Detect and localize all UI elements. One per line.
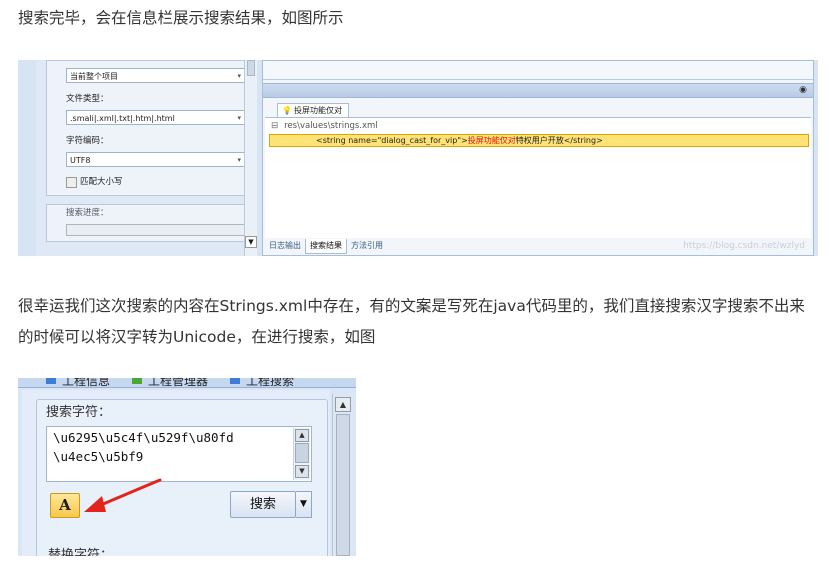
replace-label: 替换字符： (48, 548, 114, 556)
red-arrow-annotation (84, 478, 162, 512)
unicode-paragraph: 很幸运我们这次搜索的内容在Strings.xml中存在，有的文案是写死在java… (18, 297, 805, 346)
info-panel: ◉ 💡 投屏功能仅对 ⊟ res\values\strings.xml <strin… (262, 60, 814, 256)
tab-search-results[interactable]: 搜索结果 (305, 239, 347, 254)
left-panel-scrollbar[interactable]: ▼ (244, 60, 257, 256)
file-type-select[interactable]: .smali|.xml|.txt|.htm|.html ▾ (66, 110, 246, 125)
progress-label: 搜索进度： (66, 208, 109, 218)
eye-icon[interactable]: ◉ (799, 84, 807, 97)
tab-result-query-label: 投屏功能仅对 (293, 106, 342, 115)
unicode-search-screenshot: 工程信息 工程管理器 工程搜索 搜索字符： \u6295\u5c4f\u529f… (18, 378, 356, 556)
scope-select[interactable]: 当前整个项目 ▾ (66, 68, 246, 83)
scope-select-value: 当前整个项目 (70, 72, 118, 81)
match-case-checkbox[interactable] (66, 177, 77, 188)
chevron-down-icon: ▾ (237, 156, 241, 164)
info-panel-header: ◉ (263, 83, 813, 98)
file-type-label: 文件类型： (66, 94, 109, 104)
collapse-icon[interactable]: ⊟ (271, 121, 278, 131)
watermark: https://blog.csdn.net/wzlyd (683, 241, 805, 251)
tab-result-query[interactable]: 💡 投屏功能仅对 (277, 103, 349, 118)
bottom-tabs: 日志输出 搜索结果 方法引用 (265, 239, 387, 254)
tree-node-label: res\values\strings.xml (284, 121, 378, 131)
search-button[interactable]: 搜索 (230, 491, 296, 518)
tree-node-file[interactable]: ⊟ res\values\strings.xml (271, 121, 378, 131)
result-tree: ⊟ res\values\strings.xml <string name="di… (265, 117, 811, 238)
tab-log-output[interactable]: 日志输出 (265, 239, 305, 253)
progress-bar (66, 224, 248, 236)
hit-prefix: <string name="dialog_cast_for_vip"> (316, 136, 468, 145)
hit-suffix: 特权用户开放</string> (515, 136, 603, 145)
search-hit-row[interactable]: <string name="dialog_cast_for_vip">投屏功能仅… (269, 134, 809, 147)
intro-paragraph: 搜索完毕，会在信息栏展示搜索结果，如图所示 (18, 9, 344, 27)
chevron-down-icon: ▾ (237, 72, 241, 80)
lightbulb-icon: 💡 (282, 106, 292, 115)
file-type-value: .smali|.xml|.txt|.htm|.html (70, 114, 175, 123)
scrollbar-thumb[interactable] (336, 414, 350, 556)
panel-scrollbar[interactable]: ▲ (332, 394, 353, 556)
encoding-select[interactable]: UTF8 ▾ (66, 152, 246, 167)
tab-method-refs[interactable]: 方法引用 (347, 239, 387, 253)
match-case-label: 匹配大小写 (80, 177, 123, 187)
scrollbar-thumb[interactable] (247, 60, 255, 76)
scroll-down-icon[interactable]: ▼ (245, 236, 257, 248)
chevron-down-icon: ▾ (237, 114, 241, 122)
search-results-screenshot: 当前整个项目 ▾ 文件类型： .smali|.xml|.txt|.htm|.ht… (18, 60, 818, 256)
hit-keyword: 投屏功能仅对 (467, 136, 516, 145)
encoding-label: 字符编码： (66, 136, 109, 146)
search-options-panel: 当前整个项目 ▾ 文件类型： .smali|.xml|.txt|.htm|.ht… (36, 60, 256, 256)
encoding-value: UTF8 (70, 156, 91, 165)
scroll-up-icon[interactable]: ▲ (335, 397, 351, 412)
search-dropdown-button[interactable]: ▼ (296, 491, 312, 518)
top-pane (263, 61, 813, 80)
